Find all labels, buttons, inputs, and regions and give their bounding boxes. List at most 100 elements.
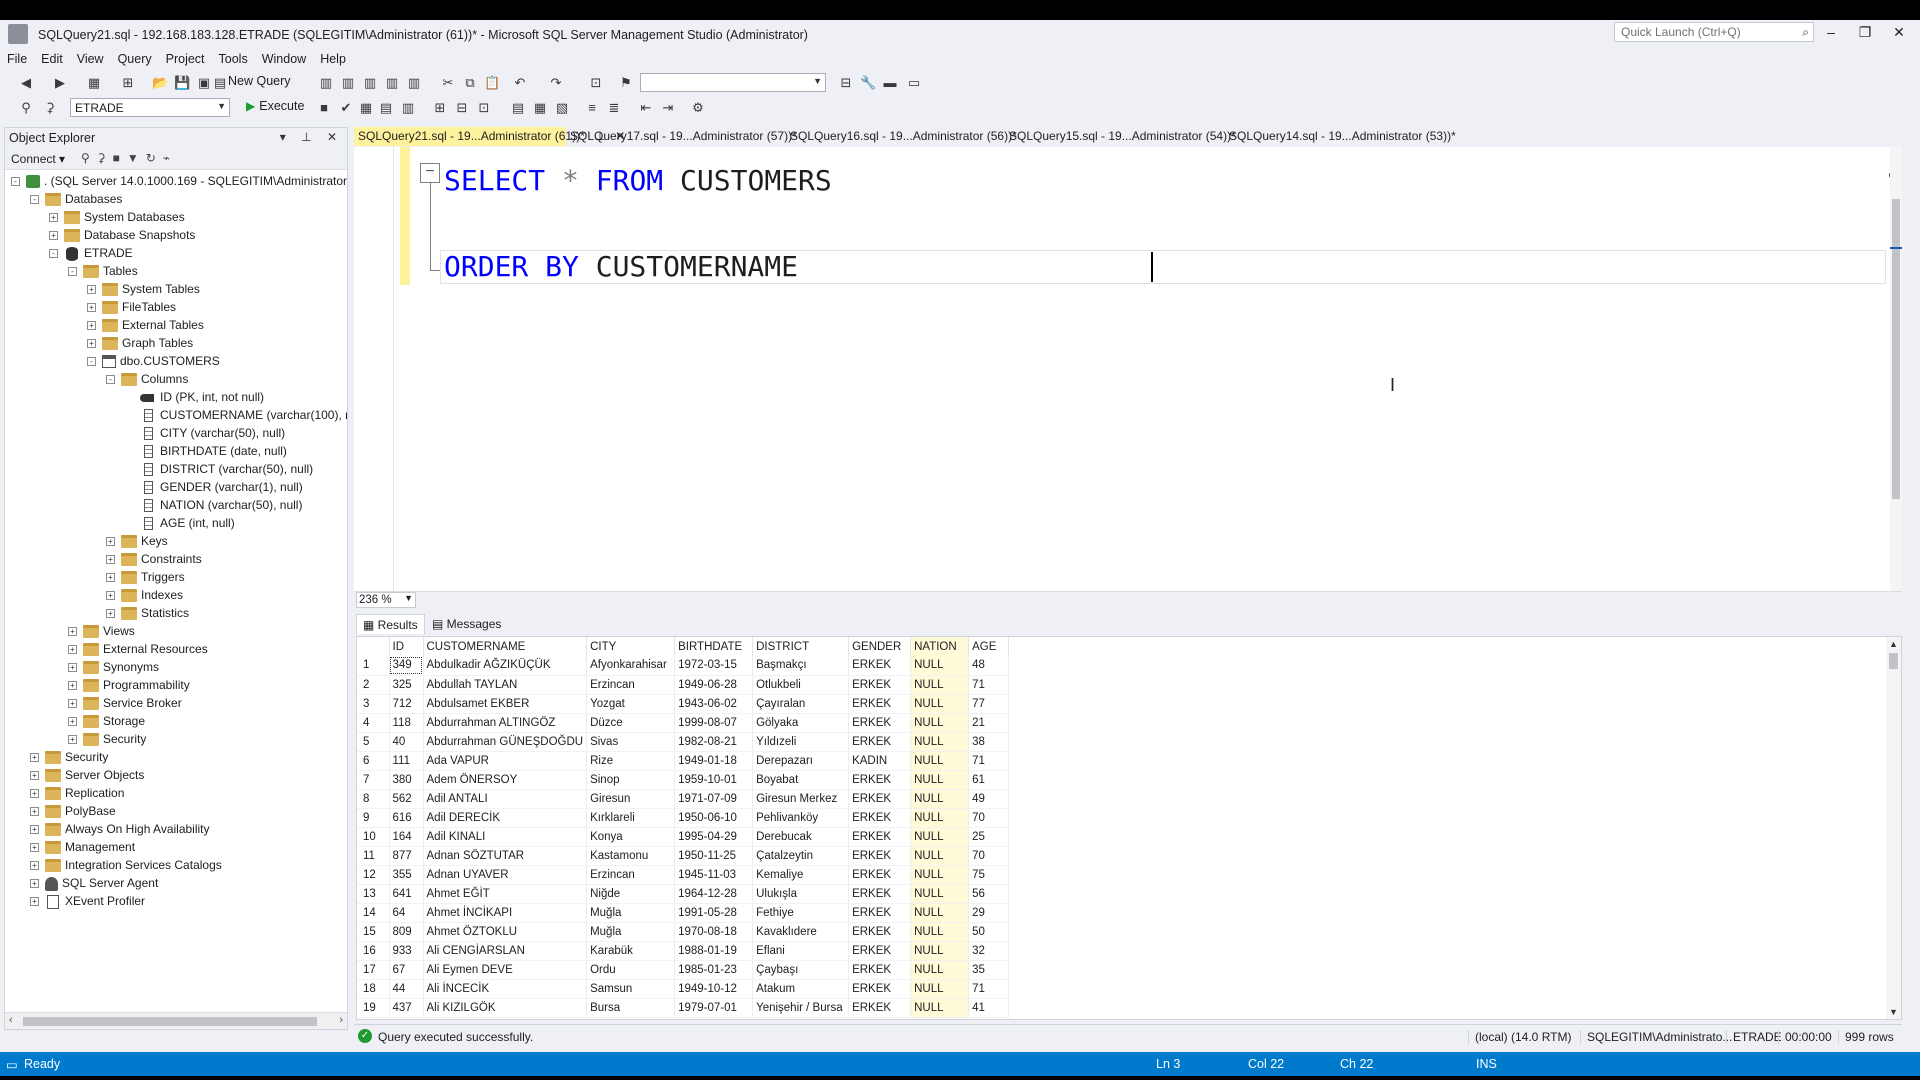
- add-item-icon[interactable]: ⊞: [120, 75, 136, 91]
- expand-icon[interactable]: +: [68, 627, 77, 637]
- menu-file[interactable]: File: [0, 50, 34, 70]
- column-header[interactable]: NATION: [910, 637, 970, 656]
- column-header[interactable]: CUSTOMERNAME: [423, 637, 588, 656]
- grid-cell[interactable]: 70: [968, 846, 1010, 866]
- properties-icon[interactable]: ⊟: [838, 75, 854, 91]
- grid-cell[interactable]: 25: [968, 827, 1010, 847]
- grid-cell[interactable]: 56: [968, 884, 1010, 904]
- copy-icon[interactable]: ⧉: [462, 75, 478, 91]
- column-header[interactable]: ID: [389, 637, 424, 656]
- row-number[interactable]: 9: [357, 808, 390, 828]
- row-number[interactable]: 13: [357, 884, 390, 904]
- column-header[interactable]: DISTRICT: [752, 637, 850, 656]
- tree-node[interactable]: + External Resources: [68, 640, 208, 658]
- expand-icon[interactable]: +: [68, 717, 77, 727]
- expand-icon[interactable]: +: [106, 609, 115, 619]
- grid-cell[interactable]: 48: [968, 656, 1010, 676]
- grid-cell[interactable]: NULL: [910, 713, 970, 733]
- menu-view[interactable]: View: [70, 50, 111, 70]
- grid-cell[interactable]: 1985-01-23: [674, 960, 754, 980]
- column-header[interactable]: BIRTHDATE: [674, 637, 754, 656]
- menu-help[interactable]: Help: [313, 50, 353, 70]
- grid-cell[interactable]: 40: [389, 732, 424, 752]
- grid-cell[interactable]: 562: [389, 789, 424, 809]
- open-file-icon[interactable]: 📂: [152, 75, 168, 91]
- tree-node[interactable]: + External Tables: [87, 316, 204, 334]
- tree-node[interactable]: - Databases: [30, 190, 122, 208]
- grid-cell[interactable]: Derebucak: [752, 827, 850, 847]
- grid-cell[interactable]: Karabük: [586, 941, 676, 961]
- grid-cell[interactable]: 355: [389, 865, 424, 885]
- grid-cell[interactable]: 1970-08-18: [674, 922, 754, 942]
- table-row[interactable]: 11 877 Adnan SÖZTUTAR Kastamonu 1950-11-25 Ça…: [357, 846, 1010, 866]
- table-row[interactable]: 7 380 Adem ÖNERSOY Sinop 1959-10-01 Boyabat ER…: [357, 770, 1010, 790]
- grid-cell[interactable]: 71: [968, 979, 1010, 999]
- grid-cell[interactable]: Sinop: [586, 770, 676, 790]
- doc-tab[interactable]: SQLQuery21.sql - 19...Administrator (61)…: [354, 127, 625, 146]
- scroll-down-icon[interactable]: ▼: [1889, 1007, 1898, 1017]
- grid-cell[interactable]: Ahmet İNCİKAPI: [423, 903, 588, 923]
- table-row[interactable]: 4 118 Abdurrahman ALTINGÖZ Düzce 1999-08-07 G…: [357, 713, 1010, 733]
- activity-monitor-icon[interactable]: ⚑: [618, 75, 634, 91]
- expand-icon[interactable]: +: [30, 789, 39, 799]
- das-query-icon[interactable]: ▥: [406, 75, 422, 91]
- row-number[interactable]: 16: [357, 941, 390, 961]
- expand-icon[interactable]: +: [106, 555, 115, 565]
- grid-cell[interactable]: Muğla: [586, 903, 676, 923]
- actual-plan-icon[interactable]: ⊞: [432, 100, 448, 116]
- grid-cell[interactable]: Erzincan: [586, 865, 676, 885]
- back-icon[interactable]: ◀: [18, 75, 34, 91]
- editor-vertical-scrollbar[interactable]: [1890, 147, 1902, 591]
- grid-cell[interactable]: ERKEK: [848, 922, 912, 942]
- grid-cell[interactable]: NULL: [910, 751, 970, 771]
- grid-cell[interactable]: 35: [968, 960, 1010, 980]
- grid-cell[interactable]: 64: [389, 903, 424, 923]
- grid-cell[interactable]: Abdullah TAYLAN: [423, 675, 588, 695]
- tree-node[interactable]: CUSTOMERNAME (varchar(100), nu: [125, 406, 347, 424]
- collapse-icon[interactable]: -: [106, 375, 115, 385]
- tree-node[interactable]: + Graph Tables: [87, 334, 193, 352]
- tree-node[interactable]: - . (SQL Server 14.0.1000.169 - SQLEGITIM…: [11, 172, 347, 190]
- grid-cell[interactable]: NULL: [910, 770, 970, 790]
- grid-cell[interactable]: ERKEK: [848, 846, 912, 866]
- grid-cell[interactable]: 41: [968, 998, 1010, 1018]
- menu-tools[interactable]: Tools: [212, 50, 255, 70]
- tree-node[interactable]: + Integration Services Catalogs: [30, 856, 222, 874]
- doc-tab[interactable]: SQLQuery16.sql - 19...Administrator (56)…: [786, 127, 1017, 146]
- grid-cell[interactable]: 111: [389, 751, 424, 771]
- grid-cell[interactable]: 164: [389, 827, 424, 847]
- grid-cell[interactable]: Abdulsamet EKBER: [423, 694, 588, 714]
- grid-cell[interactable]: Sivas: [586, 732, 676, 752]
- grid-cell[interactable]: 1949-06-28: [674, 675, 754, 695]
- tree-node[interactable]: + Database Snapshots: [49, 226, 195, 244]
- tab-results[interactable]: ▦ Results: [356, 614, 425, 634]
- change-connection-icon[interactable]: ⚳: [42, 100, 58, 116]
- grid-cell[interactable]: 49: [968, 789, 1010, 809]
- grid-cell[interactable]: NULL: [910, 903, 970, 923]
- row-number[interactable]: 10: [357, 827, 390, 847]
- expand-icon[interactable]: +: [106, 591, 115, 601]
- specify-values-icon[interactable]: ⚙: [690, 100, 706, 116]
- grid-cell[interactable]: NULL: [910, 732, 970, 752]
- new-query-icon[interactable]: ▤: [212, 75, 228, 91]
- collapse-icon[interactable]: -: [68, 267, 77, 277]
- expand-icon[interactable]: +: [30, 825, 39, 835]
- grid-cell[interactable]: ERKEK: [848, 998, 912, 1018]
- tree-node[interactable]: + Replication: [30, 784, 124, 802]
- table-row[interactable]: 3 712 Abdulsamet EKBER Yozgat 1943-06-02 Çayı…: [357, 694, 1010, 714]
- grid-cell[interactable]: Düzce: [586, 713, 676, 733]
- grid-cell[interactable]: Kırklareli: [586, 808, 676, 828]
- grid-cell[interactable]: Kavaklıdere: [752, 922, 850, 942]
- table-row[interactable]: 6 111 Ada VAPUR Rize 1949-01-18 Derepazarı KAD…: [357, 751, 1010, 771]
- grid-cell[interactable]: ERKEK: [848, 979, 912, 999]
- grid-cell[interactable]: 71: [968, 751, 1010, 771]
- intellisense-icon[interactable]: ▥: [400, 100, 416, 116]
- grid-cell[interactable]: 1943-06-02: [674, 694, 754, 714]
- expand-icon[interactable]: +: [68, 735, 77, 745]
- xmla-query-icon[interactable]: ▥: [384, 75, 400, 91]
- grid-cell[interactable]: Ali İNCECİK: [423, 979, 588, 999]
- tree-node[interactable]: + Security: [68, 730, 146, 748]
- row-number[interactable]: 15: [357, 922, 390, 942]
- paste-icon[interactable]: 📋: [484, 75, 500, 91]
- forward-icon[interactable]: ▶: [52, 75, 68, 91]
